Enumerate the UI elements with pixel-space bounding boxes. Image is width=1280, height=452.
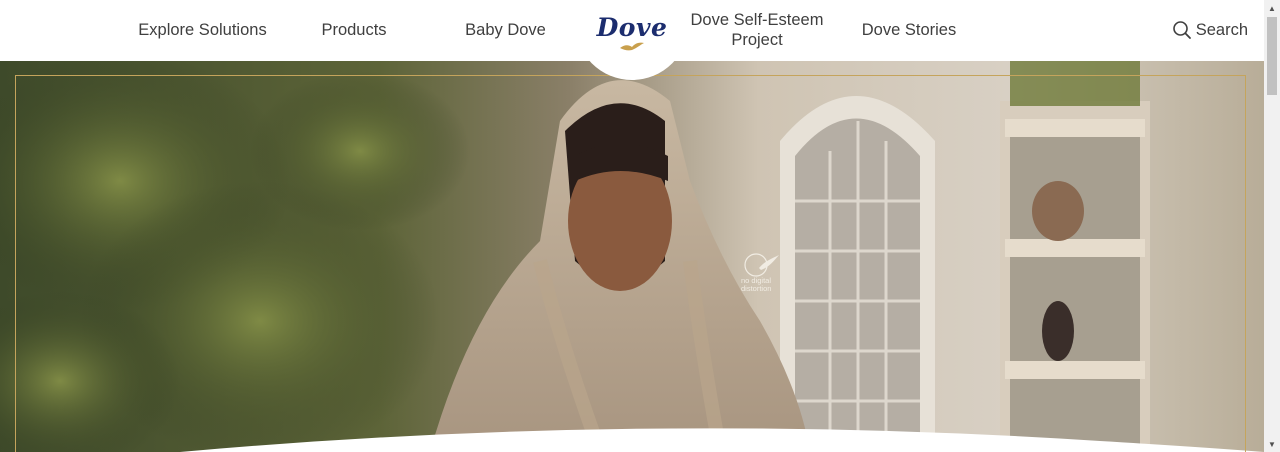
search-label: Search bbox=[1195, 20, 1248, 39]
dove-logo: Dove bbox=[596, 13, 668, 42]
page-scrollbar[interactable]: ▲ ▼ bbox=[1264, 0, 1280, 452]
search-icon bbox=[1172, 21, 1191, 39]
nav-explore-solutions[interactable]: Explore Solutions bbox=[130, 0, 275, 60]
scroll-up-arrow-icon[interactable]: ▲ bbox=[1264, 0, 1280, 16]
nav-products[interactable]: Products bbox=[300, 0, 408, 60]
nav-self-esteem-project[interactable]: Dove Self-Esteem Project bbox=[688, 0, 826, 60]
dove-bird-icon bbox=[744, 253, 779, 277]
scrollbar-thumb[interactable] bbox=[1267, 17, 1277, 95]
nav-baby-dove[interactable]: Baby Dove bbox=[450, 0, 561, 60]
scroll-down-arrow-icon[interactable]: ▼ bbox=[1264, 436, 1280, 452]
no-digital-distortion-badge: no digital distortion bbox=[741, 253, 787, 293]
dove-bird-icon bbox=[620, 42, 644, 51]
no-digital-distortion-text: no digital distortion bbox=[741, 276, 772, 293]
search-button[interactable]: Search bbox=[1172, 0, 1248, 60]
nav-dove-stories[interactable]: Dove Stories bbox=[850, 0, 968, 60]
hero-banner[interactable]: no digital distortion bbox=[0, 61, 1264, 452]
hero-photo bbox=[0, 61, 1264, 452]
